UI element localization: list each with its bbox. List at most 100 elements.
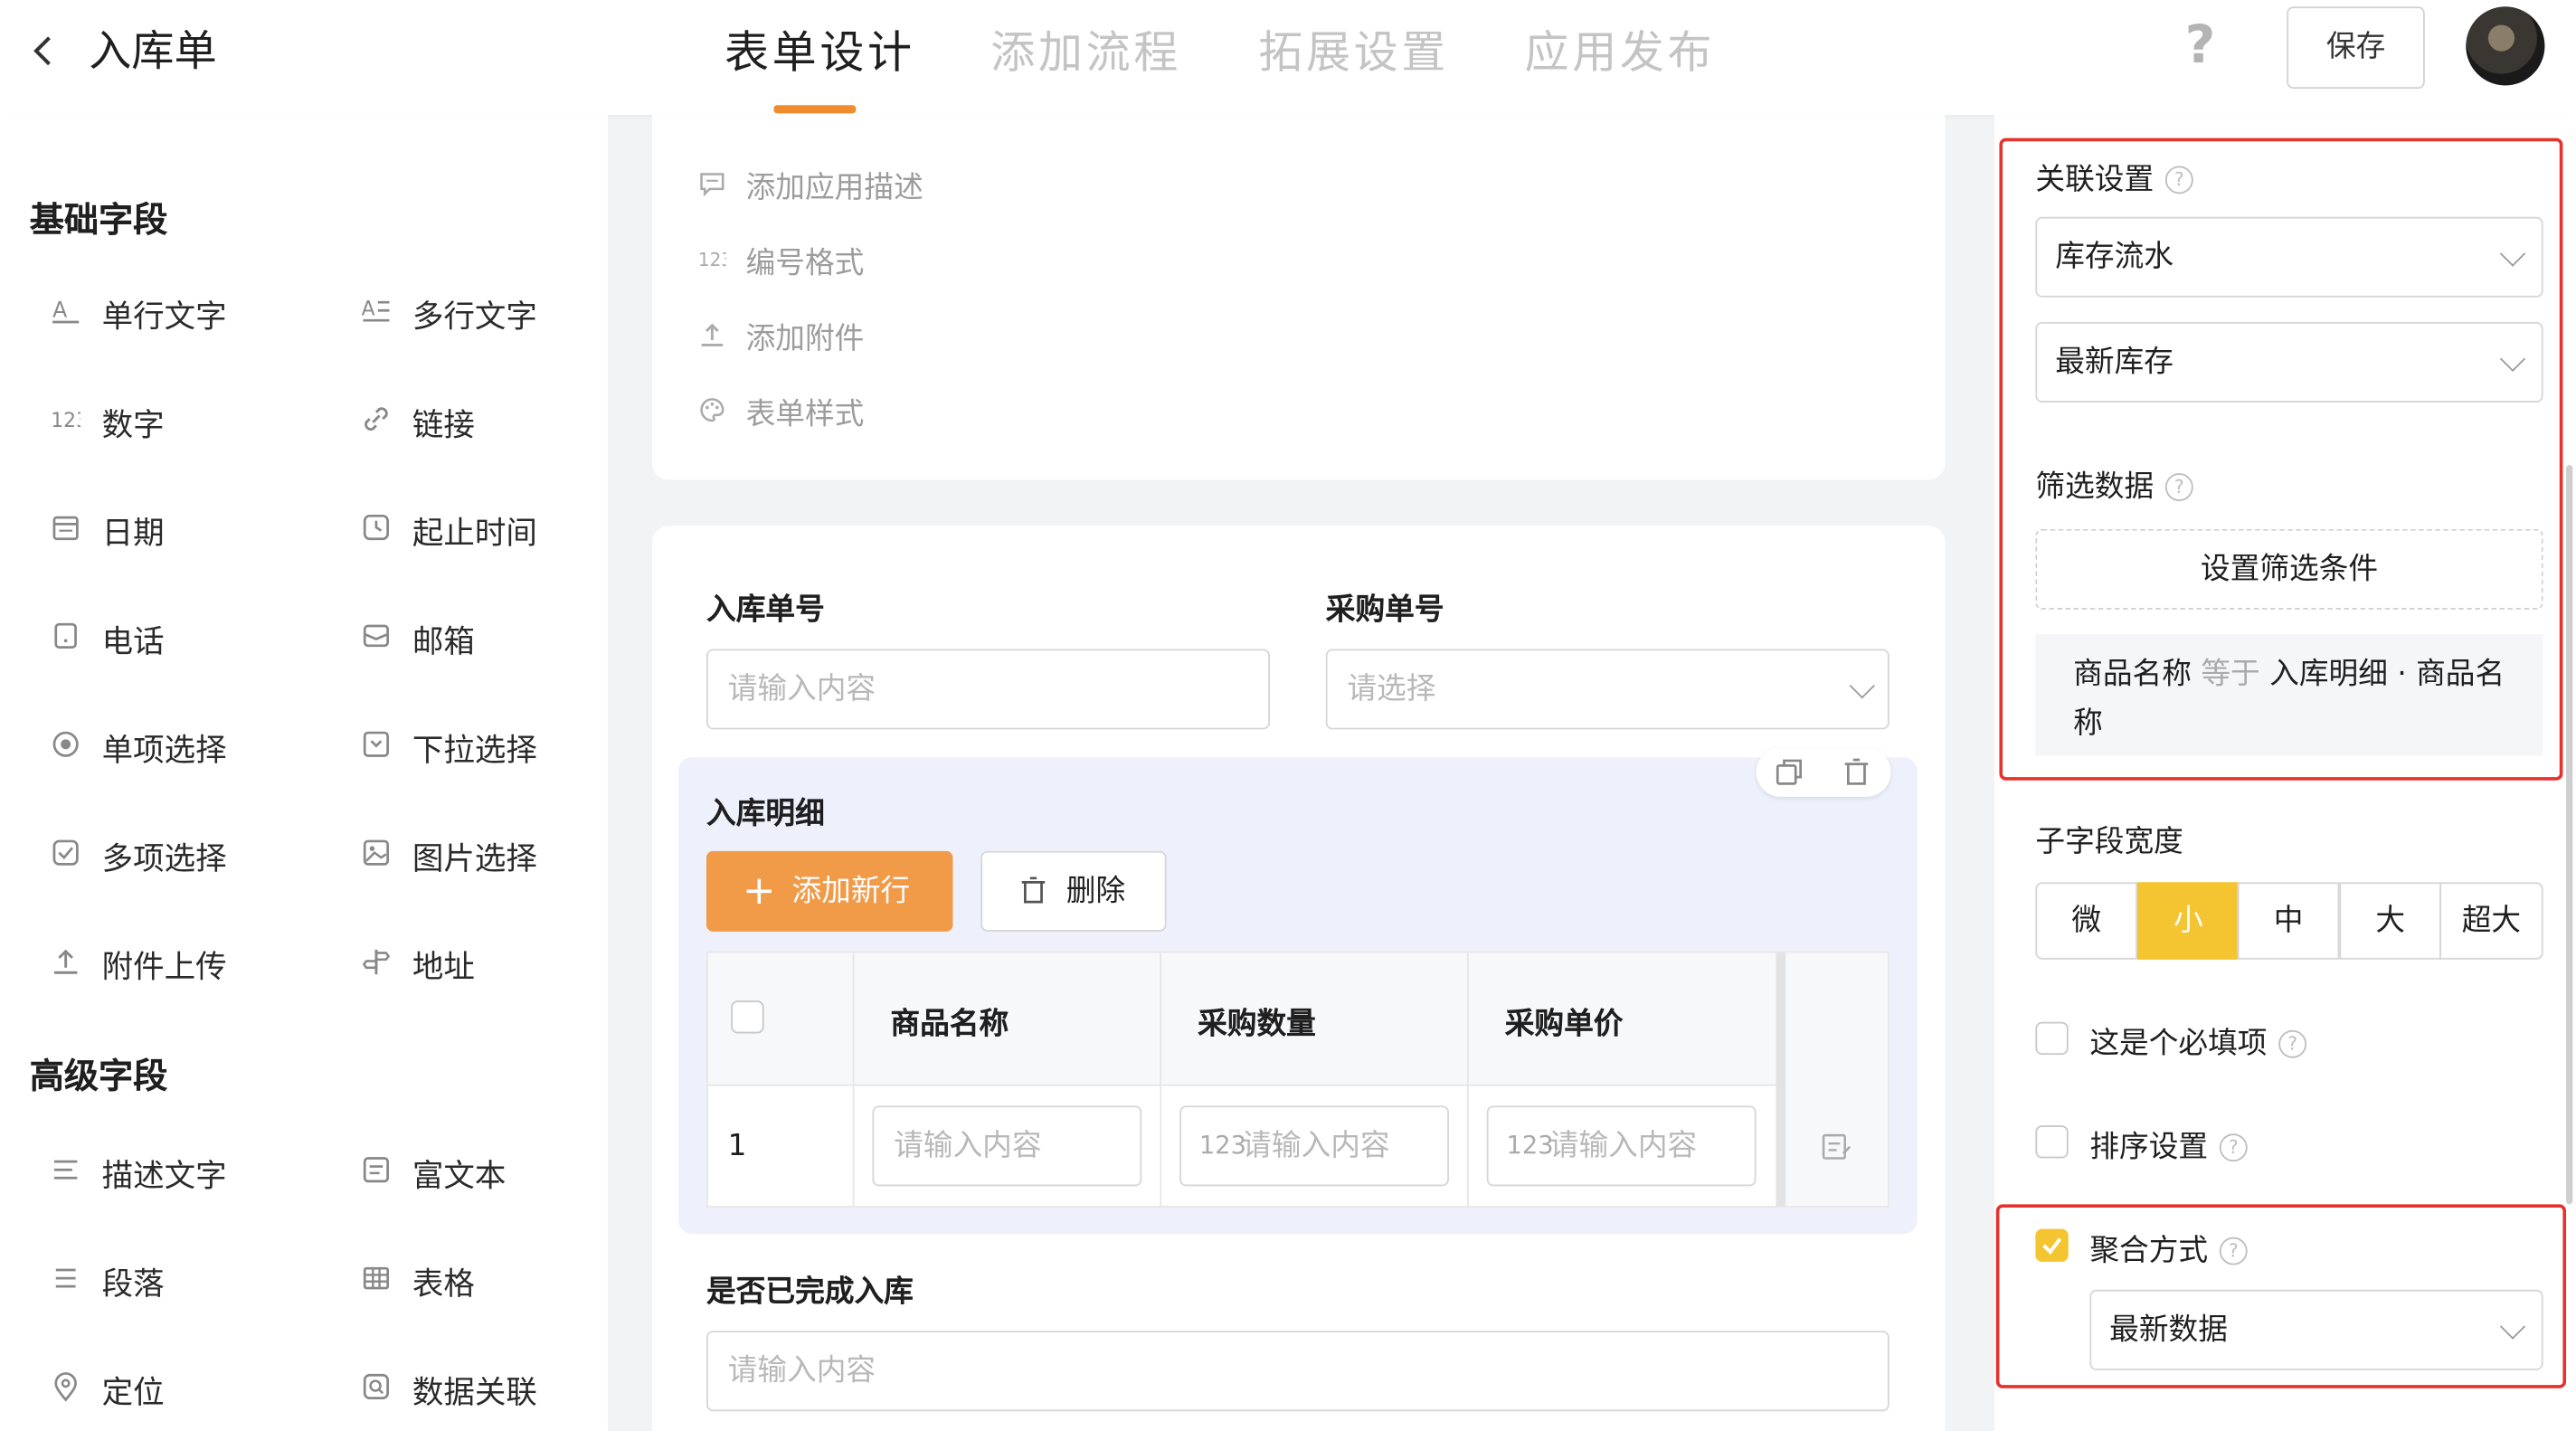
link-icon	[365, 407, 388, 431]
field-label-purchase-no: 采购单号	[1325, 592, 1444, 628]
purchase-no-select[interactable]: 请选择	[1325, 649, 1889, 730]
subtable-tools	[1756, 747, 1891, 797]
clock-icon	[363, 514, 390, 541]
help-circle-icon[interactable]: ?	[2164, 473, 2193, 501]
relation-app-select[interactable]: 库存流水	[2035, 216, 2543, 298]
width-option-large[interactable]: 大	[2339, 882, 2442, 960]
checkbox-icon	[52, 839, 79, 866]
aggregate-select[interactable]: 最新数据	[2089, 1289, 2543, 1370]
plus-icon: +	[742, 867, 776, 914]
chevron-down-icon	[2499, 241, 2526, 267]
table-icon	[363, 1266, 390, 1290]
row-edit-icon[interactable]	[1820, 1131, 1852, 1163]
completed-input[interactable]: 请输入内容	[706, 1331, 1889, 1412]
column-header: 采购单价	[1504, 1007, 1624, 1042]
app-title: 入库单	[89, 27, 217, 78]
svg-text:123: 123	[698, 249, 726, 270]
purchase-qty-input[interactable]: 123 请输入内容	[1179, 1105, 1449, 1187]
palette-icon	[700, 398, 724, 422]
help-icon[interactable]: ?	[2185, 14, 2216, 76]
paragraph-icon	[55, 1268, 76, 1288]
chevron-down-icon	[2499, 1313, 2526, 1340]
tab-app-publish[interactable]: 应用发布	[1525, 16, 1716, 81]
number-icon: 123	[51, 410, 80, 432]
back-arrow-icon[interactable]	[23, 26, 65, 75]
column-header: 采购数量	[1198, 1007, 1316, 1042]
relation-settings-title: 关联设置?	[2035, 156, 2193, 199]
multi-text-icon: A	[362, 299, 390, 322]
image-icon	[363, 839, 390, 866]
comment-icon	[700, 173, 724, 197]
width-option-xlarge[interactable]: 超大	[2439, 882, 2543, 960]
chevron-down-icon	[2499, 346, 2526, 372]
filter-condition[interactable]: 商品名称 等于 入库明细 · 商品名称	[2035, 634, 2543, 756]
check-icon	[2042, 1237, 2062, 1256]
trash-icon	[1021, 877, 1046, 904]
text-lines-icon	[53, 1160, 78, 1180]
location-pin-icon	[54, 1372, 77, 1402]
avatar[interactable]	[2466, 6, 2545, 86]
aggregate-label: 聚合方式?	[2089, 1227, 2248, 1270]
number-format-icon: 123	[698, 249, 726, 270]
field-label-completed: 是否已完成入库	[706, 1275, 914, 1310]
active-tab-indicator	[773, 105, 857, 114]
relation-form-select[interactable]: 最新库存	[2035, 321, 2543, 403]
subfield-width-title: 子字段宽度	[2035, 824, 2183, 859]
delete-rows-button[interactable]: 删除	[980, 850, 1167, 932]
tab-extend-settings[interactable]: 拓展设置	[1258, 16, 1449, 81]
svg-text:123: 123	[51, 410, 80, 432]
table-action-column	[1785, 952, 1888, 1207]
row-index: 1	[727, 1128, 747, 1163]
width-option-micro[interactable]: 微	[2035, 882, 2138, 960]
field-label-receipt-no: 入库单号	[706, 592, 825, 628]
help-circle-icon[interactable]: ?	[2219, 1237, 2248, 1265]
col-line	[1160, 952, 1162, 1207]
basic-fields-title: 基础字段	[29, 200, 168, 241]
subtable-title: 入库明细	[706, 796, 825, 832]
radio-icon	[52, 731, 79, 757]
col-line	[1466, 952, 1469, 1207]
help-circle-icon[interactable]: ?	[2219, 1133, 2248, 1162]
filter-data-title: 筛选数据?	[2035, 463, 2193, 506]
save-button[interactable]: 保存	[2287, 6, 2425, 90]
receipt-no-input[interactable]: 请输入内容	[706, 649, 1270, 730]
col-line	[852, 952, 855, 1207]
chevron-down-icon	[1849, 673, 1875, 699]
column-header: 商品名称	[890, 1007, 1009, 1042]
svg-text:A: A	[52, 298, 67, 323]
dropdown-icon	[363, 731, 390, 757]
advanced-fields-title: 高级字段	[29, 1056, 168, 1096]
single-text-icon: A	[52, 298, 80, 324]
help-circle-icon[interactable]: ?	[2164, 166, 2193, 194]
phone-icon	[54, 622, 77, 649]
document-icon	[363, 1157, 390, 1183]
set-filter-button[interactable]: 设置筛选条件	[2035, 528, 2543, 610]
column-divider	[1776, 952, 1786, 1207]
sort-label: 排序设置?	[2089, 1123, 2248, 1166]
product-name-input[interactable]: 请输入内容	[872, 1105, 1142, 1187]
scrollbar[interactable]	[2566, 465, 2573, 1205]
add-row-button[interactable]: + 添加新行	[706, 850, 953, 932]
number-icon: 123	[1198, 1130, 1246, 1161]
tab-add-process[interactable]: 添加流程	[990, 16, 1181, 81]
svg-text:A: A	[362, 299, 375, 321]
tab-form-design[interactable]: 表单设计	[724, 16, 915, 81]
upload-icon	[53, 949, 78, 974]
copy-icon[interactable]	[1773, 755, 1805, 788]
required-checkbox[interactable]	[2035, 1021, 2069, 1056]
help-circle-icon[interactable]: ?	[2278, 1029, 2307, 1058]
purchase-price-input[interactable]: 123 请输入内容	[1486, 1105, 1757, 1187]
upload-icon	[701, 323, 724, 346]
top-header: 入库单 表单设计 添加流程 拓展设置 应用发布 ? 保存	[0, 0, 2576, 116]
required-label: 这是个必填项?	[2089, 1020, 2307, 1063]
row-divider	[707, 1084, 1776, 1086]
trash-icon[interactable]	[1840, 755, 1872, 788]
calendar-icon	[52, 516, 79, 541]
sort-checkbox[interactable]	[2035, 1125, 2069, 1159]
width-option-medium[interactable]: 中	[2237, 882, 2340, 960]
signpost-icon	[362, 949, 391, 975]
select-all-checkbox[interactable]	[731, 1000, 764, 1034]
mail-icon	[363, 624, 390, 648]
aggregate-checkbox[interactable]	[2035, 1228, 2069, 1262]
width-option-small[interactable]: 小	[2137, 882, 2240, 960]
